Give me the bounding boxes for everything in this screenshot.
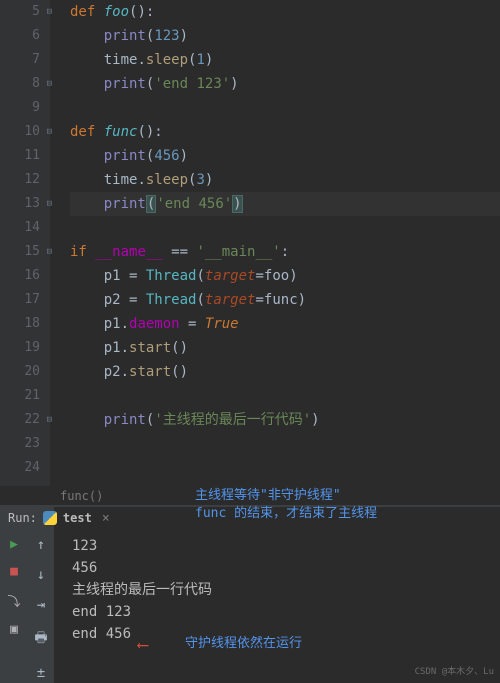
python-icon [43, 511, 57, 525]
fold-icon[interactable]: ⊟ [47, 72, 52, 96]
close-tab-icon[interactable]: × [102, 511, 110, 526]
run-tool-window: ▶ ■ ⤵ ▣ ↑ ↓ ⇥ 🖶 ± 123 456 主线程的最后一行代码 end… [0, 506, 500, 683]
fold-icon[interactable]: ⊟ [47, 120, 52, 144]
console-line: end 123 [72, 601, 500, 623]
print-icon[interactable]: 🖶 [34, 627, 47, 651]
fold-icon[interactable]: ⊟ [47, 0, 52, 24]
code-area[interactable]: def foo(): print(123) time.sleep(1) prin… [50, 0, 500, 486]
line-number-gutter: 5⊟ 6 7 8⊟ 9 10⊟ 11 12 13⊟ 14 ▶15⊟ 16 17 … [0, 0, 50, 486]
run-toolbar-right: ↑ ↓ ⇥ 🖶 ± [28, 507, 54, 683]
fold-icon[interactable]: ⊟ [47, 192, 52, 216]
console-output[interactable]: 123 456 主线程的最后一行代码 end 123 end 456 [54, 507, 500, 683]
fold-icon[interactable]: ⊟ [47, 240, 52, 264]
run-tab-header: Run: test × [0, 506, 110, 530]
rerun-icon[interactable]: ▶ [10, 537, 18, 552]
down-icon[interactable]: ↓ [37, 567, 45, 583]
stop-icon[interactable]: ■ [10, 564, 18, 579]
current-line: print('end 456') [70, 192, 500, 216]
fold-icon[interactable]: ⊟ [47, 408, 52, 432]
annotation-text-1: 主线程等待"非守护线程" func 的结束，才结束了主线程 [195, 487, 377, 523]
up-icon[interactable]: ↑ [37, 537, 45, 553]
wrap-icon[interactable]: ⇥ [37, 597, 45, 613]
watermark: CSDN @本木夕、Lu [415, 664, 494, 677]
annotation-text-2: 守护线程依然在运行 [185, 632, 302, 651]
code-editor[interactable]: 5⊟ 6 7 8⊟ 9 10⊟ 11 12 13⊟ 14 ▶15⊟ 16 17 … [0, 0, 500, 486]
run-toolbar-left: ▶ ■ ⤵ ▣ [0, 507, 28, 683]
console-line: 主线程的最后一行代码 [72, 579, 500, 601]
exit-icon[interactable]: ⤵ [7, 591, 20, 610]
run-label: Run: [8, 511, 37, 525]
console-line: 123 [72, 535, 500, 557]
scroll-icon[interactable]: ± [37, 665, 45, 681]
arrow-icon: ⟵ [138, 635, 148, 654]
layout-icon[interactable]: ▣ [10, 622, 18, 637]
console-line: 456 [72, 557, 500, 579]
run-tab-name[interactable]: test [63, 511, 92, 525]
